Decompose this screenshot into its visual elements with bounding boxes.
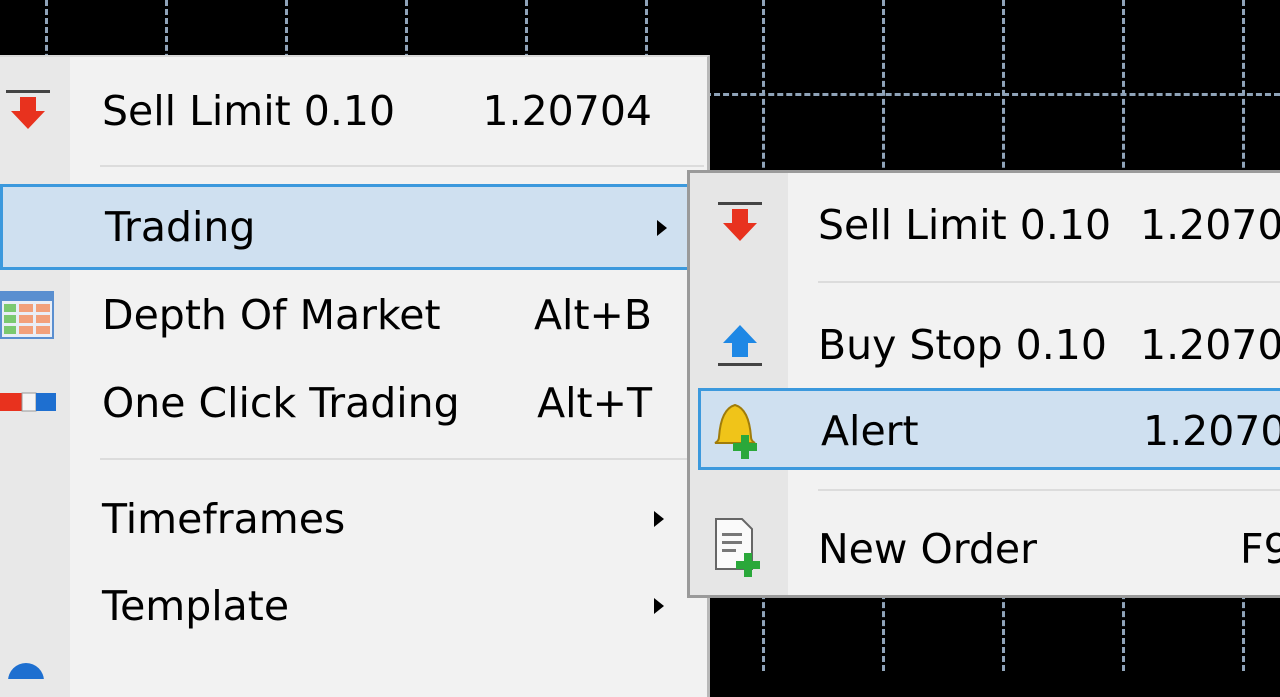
depth-of-market-icon — [0, 289, 58, 347]
buy-stop-icon — [712, 319, 768, 375]
menu-item-price: 1.20704 — [482, 87, 652, 135]
submenu-item-sell-limit[interactable]: Sell Limit 0.10 1.20704 — [690, 193, 1280, 259]
menu-item-label: Template — [102, 582, 290, 630]
menu-separator — [100, 458, 704, 460]
menu-item-shortcut: Alt+B — [534, 291, 652, 339]
menu-separator — [818, 489, 1280, 491]
submenu-item-price: 1.20704 — [1140, 201, 1280, 249]
submenu-item-shortcut: F9 — [1240, 525, 1280, 573]
menu-item-sell-limit[interactable]: Sell Limit 0.10 1.20704 — [0, 85, 704, 145]
new-order-icon — [712, 517, 772, 583]
alert-bell-icon — [707, 395, 773, 467]
sell-limit-icon — [0, 87, 56, 141]
menu-item-one-click-trading[interactable]: One Click Trading Alt+T — [0, 373, 704, 433]
menu-item-trading[interactable]: Trading — [0, 184, 704, 270]
menu-item-depth-of-market[interactable]: Depth Of Market Alt+B — [0, 285, 704, 345]
submenu-item-label: New Order — [818, 525, 1037, 573]
submenu-item-label: Alert — [821, 407, 919, 455]
submenu-item-label: Sell Limit 0.10 — [818, 201, 1112, 249]
menu-item-template[interactable]: Template — [0, 574, 704, 634]
grid-line — [705, 93, 1280, 96]
submenu-item-price: 1.20704 — [1143, 407, 1280, 455]
menu-separator — [100, 165, 704, 167]
menu-item-timeframes[interactable]: Timeframes — [0, 487, 704, 547]
submenu-item-label: Buy Stop 0.10 — [818, 321, 1107, 369]
menu-item-label: Sell Limit 0.10 — [102, 87, 396, 135]
menu-item-label: One Click Trading — [102, 379, 460, 427]
one-click-trading-icon — [0, 383, 58, 427]
menu-item-label: Timeframes — [102, 495, 346, 543]
submenu-item-buy-stop[interactable]: Buy Stop 0.10 1.20704 — [690, 313, 1280, 379]
menu-item-shortcut: Alt+T — [537, 379, 652, 427]
menu-item-label: Depth Of Market — [102, 291, 441, 339]
submenu-item-alert[interactable]: Alert 1.20704 — [698, 388, 1280, 470]
submenu-item-new-order[interactable]: New Order F9 — [690, 513, 1280, 579]
partial-menu-icon — [4, 659, 48, 697]
submenu-arrow-icon — [654, 598, 664, 614]
submenu-item-price: 1.20704 — [1140, 321, 1280, 369]
sell-limit-icon — [712, 199, 768, 255]
menu-item-label: Trading — [105, 203, 256, 251]
submenu-arrow-icon — [654, 511, 664, 527]
submenu-arrow-icon — [657, 220, 667, 236]
trading-submenu: Sell Limit 0.10 1.20704 Buy Stop 0.10 1.… — [687, 170, 1280, 598]
context-menu: Sell Limit 0.10 1.20704 Trading Depth Of… — [0, 55, 710, 697]
menu-separator — [818, 281, 1280, 283]
